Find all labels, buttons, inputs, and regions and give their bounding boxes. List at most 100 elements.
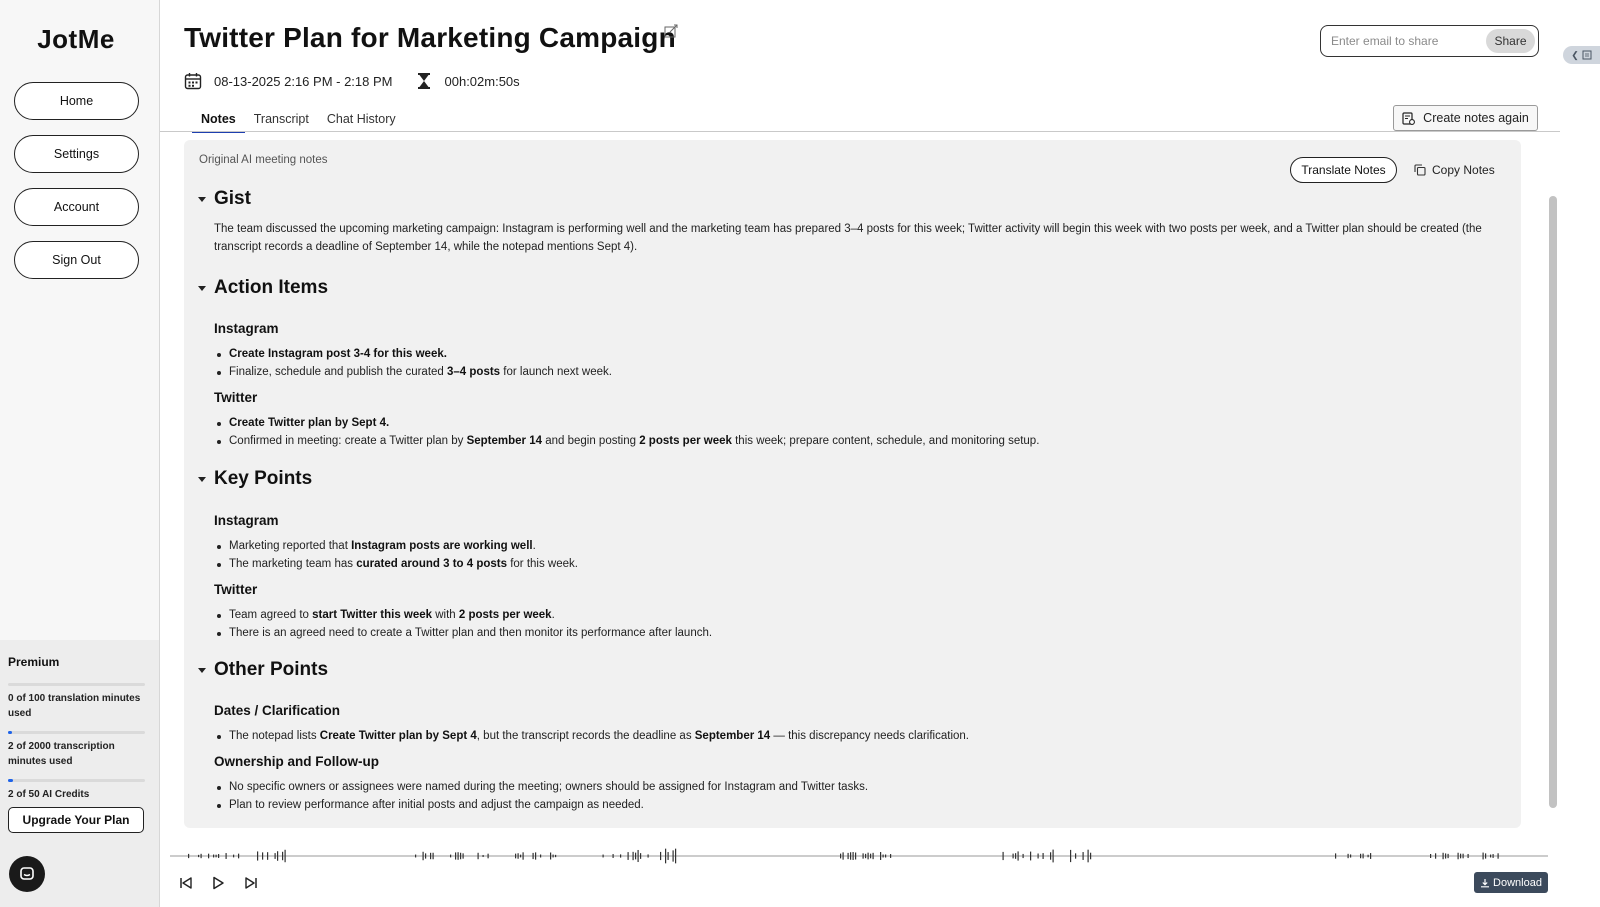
waveform-bar	[612, 854, 614, 858]
waveform-bar	[1445, 853, 1447, 859]
original-notes-label: Original AI meeting notes	[199, 154, 328, 166]
list-item-text: Plan to review performance after initial…	[229, 798, 644, 811]
section-action-items-heading[interactable]: Action Items	[198, 277, 328, 299]
skip-forward-icon[interactable]	[242, 874, 260, 892]
waveform-bar	[667, 852, 669, 860]
section-key-points-title: Key Points	[214, 468, 313, 489]
hourglass-icon	[417, 73, 430, 89]
waveform-bar	[277, 851, 279, 861]
section-gist-heading[interactable]: Gist	[198, 188, 251, 210]
copy-icon	[1414, 164, 1426, 176]
download-button[interactable]: Download	[1474, 872, 1548, 893]
nav-account-button[interactable]: Account	[14, 188, 139, 226]
tab-notes[interactable]: Notes	[192, 108, 245, 133]
waveform-bar	[602, 854, 604, 858]
waveform-bar	[262, 852, 264, 860]
list-item-text: The notepad lists	[229, 730, 320, 742]
other-dates-heading: Dates / Clarification	[214, 703, 341, 718]
waveform-bar	[1090, 852, 1092, 860]
key-twitter-list: Team agreed to start Twitter this week w…	[214, 607, 712, 642]
translate-notes-button[interactable]: Translate Notes	[1290, 157, 1397, 183]
waveform-bar	[1082, 852, 1084, 860]
nav-home-button[interactable]: Home	[14, 82, 139, 120]
download-icon	[1481, 878, 1490, 887]
list-item-text: The marketing team has	[229, 557, 357, 570]
waveform-bar	[1002, 851, 1004, 861]
play-icon[interactable]	[209, 874, 227, 892]
upgrade-plan-button[interactable]: Upgrade Your Plan	[8, 807, 144, 833]
waveform-bar	[1497, 853, 1499, 859]
waveform-bar	[1457, 852, 1459, 860]
transcription-usage-fill	[8, 731, 13, 734]
waveform-bar	[847, 852, 849, 860]
list-item: There is an agreed need to create a Twit…	[214, 625, 712, 643]
nav-settings-button[interactable]: Settings	[14, 135, 139, 173]
waveform-bar	[430, 852, 432, 860]
section-other-points-heading[interactable]: Other Points	[198, 659, 328, 681]
waveform-bar	[415, 854, 417, 858]
share-button[interactable]: Share	[1486, 29, 1535, 53]
waveform-bar	[620, 854, 622, 858]
tab-transcript[interactable]: Transcript	[245, 108, 318, 133]
list-item-text: for launch next week.	[500, 365, 612, 378]
waveform-bar	[1460, 853, 1462, 859]
list-item-text: and begin posting	[542, 434, 640, 447]
waveform-bar	[637, 849, 639, 863]
waveform-bar	[1050, 852, 1052, 860]
section-key-points-heading[interactable]: Key Points	[198, 468, 312, 490]
action-instagram-list: Create Instagram post 3-4 for this week.…	[214, 346, 612, 381]
waveform-bar	[885, 854, 887, 858]
list-item: Team agreed to start Twitter this week w…	[214, 607, 712, 625]
tab-chat-history[interactable]: Chat History	[318, 108, 405, 133]
skip-back-icon[interactable]	[177, 874, 195, 892]
list-item-text: .	[551, 609, 555, 621]
waveform-bar	[675, 848, 677, 864]
list-item-text: Create Twitter plan by Sept 4.	[229, 417, 390, 429]
waveform-bar	[267, 852, 269, 860]
list-item-text: for this week.	[507, 557, 578, 570]
waveform-bar	[188, 853, 190, 859]
notes-panel: Original AI meeting notes Translate Note…	[184, 140, 1521, 828]
scrollbar-thumb[interactable]	[1549, 196, 1557, 808]
list-item-text: .	[532, 540, 536, 552]
waveform-bar	[1075, 853, 1077, 859]
waveform-bar	[872, 852, 874, 860]
copy-notes-button[interactable]: Copy Notes	[1414, 157, 1495, 183]
section-action-items-title: Action Items	[214, 277, 329, 298]
audio-waveform[interactable]	[170, 844, 1548, 868]
key-instagram-heading: Instagram	[214, 513, 279, 528]
waveform-bar	[1360, 853, 1362, 859]
caret-down-icon	[198, 476, 206, 482]
transcription-usage-bar	[8, 731, 145, 734]
list-item-emphasis: September 14	[466, 434, 543, 447]
waveform-bar	[1335, 853, 1337, 859]
waveform-bar	[552, 854, 554, 858]
collapse-panel-tab[interactable]: ❮	[1563, 46, 1600, 64]
waveform-bar	[520, 854, 522, 858]
create-notes-again-button[interactable]: Create notes again	[1393, 105, 1538, 131]
meeting-meta: 08-13-2025 2:16 PM - 2:18 PM 00h:02m:50s	[184, 70, 520, 92]
share-email-input[interactable]	[1331, 34, 1486, 48]
list-item-text: with	[432, 609, 459, 621]
waveform-bar	[1362, 853, 1364, 859]
nav-sign-out-button[interactable]: Sign Out	[14, 241, 139, 279]
waveform-bar	[215, 854, 217, 858]
edit-title-icon[interactable]	[664, 24, 678, 38]
other-ownership-heading: Ownership and Follow-up	[214, 754, 379, 769]
waveform-bar	[1070, 849, 1072, 863]
waveform-bar	[515, 853, 517, 859]
plan-name: Premium	[8, 655, 60, 669]
waveform-bar	[213, 854, 215, 858]
waveform-bar	[1442, 852, 1444, 860]
other-dates-list: The notepad lists Create Twitter plan by…	[214, 728, 969, 746]
waveform-bar	[450, 854, 452, 858]
tabs-divider	[160, 131, 1560, 132]
waveform-bar	[282, 851, 284, 861]
waveform-bar	[1485, 853, 1487, 859]
chat-bubble-icon[interactable]	[9, 856, 45, 892]
section-gist-title: Gist	[214, 188, 251, 209]
notes-scrollbar[interactable]	[1544, 134, 1560, 814]
app-logo: JotMe	[37, 24, 115, 54]
share-form: Share	[1320, 25, 1539, 57]
waveform-bar	[550, 852, 552, 860]
